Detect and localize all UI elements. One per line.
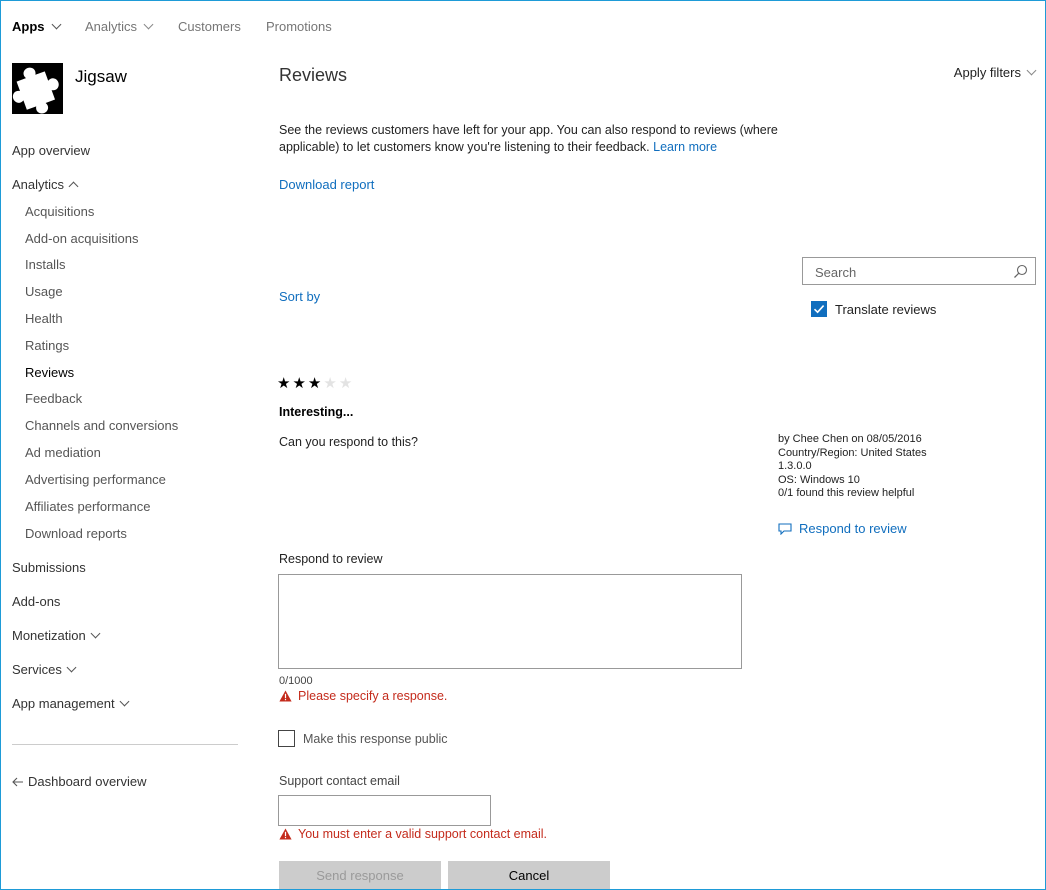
search-box <box>802 257 1036 285</box>
star-filled-icon: ★ <box>307 375 324 392</box>
review-app-version: 1.3.0.0 <box>778 460 812 472</box>
review-author-date: by Chee Chen on 08/05/2016 <box>778 433 922 445</box>
character-counter: 0/1000 <box>279 675 313 687</box>
sidebar-item-download-reports[interactable]: Download reports <box>25 526 127 541</box>
sidebar-divider <box>12 744 238 745</box>
search-icon[interactable] <box>1013 264 1028 279</box>
review-os: OS: Windows 10 <box>778 473 860 486</box>
tab-apps[interactable]: Apps <box>12 19 61 34</box>
comment-icon <box>778 522 792 535</box>
page-title: Reviews <box>279 65 348 85</box>
review-title: Interesting... <box>279 405 354 419</box>
dashboard-overview-link[interactable]: Dashboard overview <box>12 774 147 789</box>
sidebar-item-feedback[interactable]: Feedback <box>25 391 82 406</box>
chevron-down-icon <box>1026 65 1037 76</box>
chevron-down-icon <box>143 19 154 30</box>
chevron-down-icon <box>51 19 61 30</box>
review-meta: by Chee Chen on 08/05/2016 Country/Regio… <box>778 433 927 501</box>
tab-promotions[interactable]: Promotions <box>266 19 332 34</box>
response-error: Please specify a response. <box>279 689 447 703</box>
warning-icon <box>279 828 292 840</box>
respond-to-review-link[interactable]: Respond to review <box>778 521 907 536</box>
chevron-down-icon <box>66 662 77 673</box>
sort-by-button[interactable]: Sort by <box>279 289 320 304</box>
tab-customers[interactable]: Customers <box>178 19 241 34</box>
email-error: You must enter a valid support contact e… <box>279 827 547 841</box>
sidebar-item-services[interactable]: Services <box>12 662 77 677</box>
sidebar-item-ad-mediation[interactable]: Ad mediation <box>25 445 101 460</box>
translate-reviews-checkbox[interactable] <box>811 301 827 317</box>
sidebar-item-addon-acquisitions[interactable]: Add-on acquisitions <box>25 231 138 246</box>
sidebar-item-usage[interactable]: Usage <box>25 284 63 299</box>
chevron-down-icon <box>119 696 130 707</box>
review-text: Can you respond to this? <box>279 435 418 449</box>
star-filled-icon: ★ <box>277 375 293 392</box>
sidebar-item-reviews[interactable]: Reviews <box>25 365 74 380</box>
chevron-down-icon <box>90 628 101 639</box>
sidebar-item-health[interactable]: Health <box>25 311 63 326</box>
puzzle-icon <box>12 63 63 114</box>
sidebar-item-monetization[interactable]: Monetization <box>12 628 101 643</box>
warning-icon <box>279 690 292 702</box>
arrow-left-icon <box>12 777 23 786</box>
send-response-button[interactable]: Send response <box>279 861 441 889</box>
star-rating: ★★★★★ <box>277 374 354 392</box>
translate-reviews-label: Translate reviews <box>835 301 937 317</box>
sidebar-item-advertising-performance[interactable]: Advertising performance <box>25 472 166 487</box>
sidebar-item-addons[interactable]: Add-ons <box>12 594 60 609</box>
app-name: Jigsaw <box>75 67 127 86</box>
page-description: See the reviews customers have left for … <box>279 123 778 154</box>
sidebar-item-submissions[interactable]: Submissions <box>12 560 86 575</box>
response-label: Respond to review <box>279 552 383 566</box>
download-report-link[interactable]: Download report <box>279 177 374 192</box>
translate-reviews-option[interactable]: Translate reviews <box>811 301 936 317</box>
tab-analytics[interactable]: Analytics <box>85 19 154 34</box>
support-email-field[interactable] <box>278 795 491 826</box>
make-public-checkbox[interactable] <box>278 730 295 747</box>
app-logo <box>12 63 63 114</box>
make-public-option[interactable]: Make this response public <box>278 730 448 747</box>
sidebar-item-app-management[interactable]: App management <box>12 696 130 711</box>
sidebar-item-channels-and-conversions[interactable]: Channels and conversions <box>25 418 178 433</box>
chevron-up-icon <box>68 181 79 191</box>
star-empty-icon: ★ <box>323 375 339 392</box>
sidebar-item-analytics[interactable]: Analytics <box>12 177 79 192</box>
top-navigation: Apps Analytics Customers Promotions <box>1 1 1045 53</box>
support-email-label: Support contact email <box>279 774 400 788</box>
cancel-button[interactable]: Cancel <box>448 861 610 889</box>
make-public-label: Make this response public <box>303 731 448 746</box>
learn-more-link[interactable]: Learn more <box>653 140 717 154</box>
star-filled-icon: ★ <box>292 375 308 392</box>
sidebar-item-acquisitions[interactable]: Acquisitions <box>25 204 94 219</box>
checkmark-icon <box>813 305 825 314</box>
sidebar-item-installs[interactable]: Installs <box>25 257 65 272</box>
sidebar-item-ratings[interactable]: Ratings <box>25 338 69 353</box>
sidebar-item-app-overview[interactable]: App overview <box>12 143 90 158</box>
review-helpful-count: 0/1 found this review helpful <box>778 487 915 499</box>
sidebar-item-affiliates-performance[interactable]: Affiliates performance <box>25 499 151 514</box>
response-textarea[interactable] <box>278 574 742 669</box>
search-input[interactable] <box>813 259 1007 285</box>
star-empty-icon: ★ <box>338 375 355 392</box>
review-country: Country/Region: United States <box>778 446 927 459</box>
apply-filters-button[interactable]: Apply filters <box>954 65 1037 80</box>
